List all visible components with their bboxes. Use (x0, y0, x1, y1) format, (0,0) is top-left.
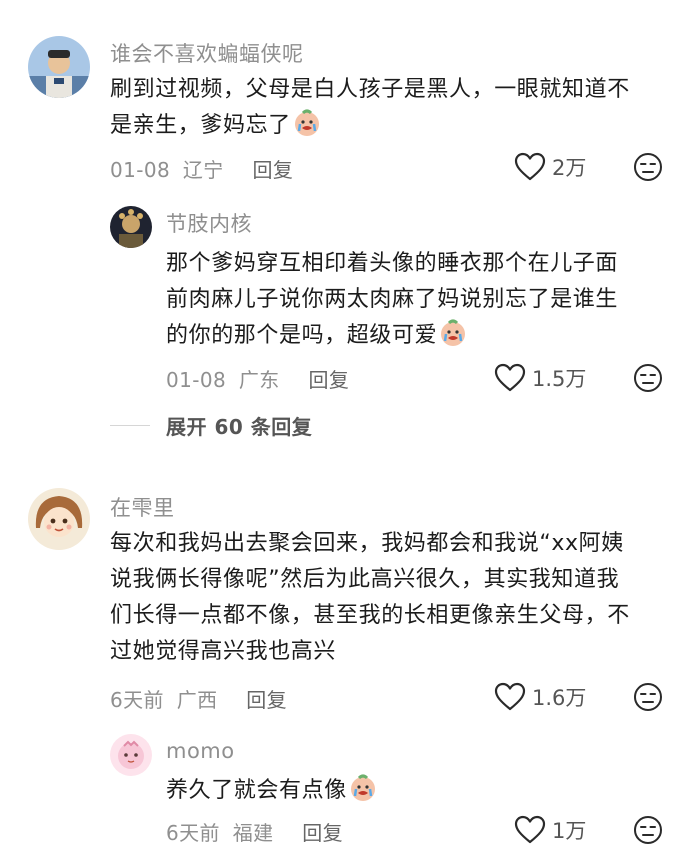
reply-button[interactable]: 回复 (252, 158, 293, 182)
comment-date: 6天前 (110, 688, 164, 712)
unamused-face-icon (634, 153, 662, 181)
comment-text: 刷到过视频，父母是白人孩子是黑人，一眼就知道不 是亲生，爹妈忘了 (110, 72, 670, 144)
like-button[interactable]: 1.5万 (494, 363, 586, 393)
crying-face-emoji (294, 109, 319, 136)
comment-line: 每次和我妈出去聚会回来，我妈都会和我说“xx阿姨 (110, 531, 624, 556)
heart-outline-icon (514, 815, 546, 844)
username[interactable]: momo (166, 739, 235, 763)
unamused-face-icon (634, 816, 662, 844)
comment-line: 过她觉得高兴我也高兴 (110, 639, 337, 664)
reply-line: 那个爹妈穿互相印着头像的睡衣那个在儿子面 (166, 251, 619, 276)
comment-line-text: 是亲生，爹妈忘了 (110, 113, 291, 138)
heart-outline-icon (514, 152, 546, 181)
like-button[interactable]: 1万 (514, 815, 586, 845)
heart-outline-icon (494, 363, 526, 392)
username[interactable]: 节肢内核 (166, 208, 252, 238)
avatar[interactable] (110, 206, 152, 248)
avatar[interactable] (110, 734, 152, 776)
reply-button[interactable]: 回复 (302, 821, 343, 845)
reply-line: 的你的那个是吗，超级可爱 (166, 318, 666, 354)
like-count: 1.6万 (532, 686, 587, 710)
comment-meta: 01-08 辽宁 回复 (110, 154, 293, 183)
reply-button[interactable]: 回复 (308, 368, 349, 392)
reply-date: 01-08 (166, 368, 227, 392)
reply-button[interactable]: 回复 (246, 688, 287, 712)
expand-replies-label: 展开 60 条回复 (166, 415, 313, 439)
heart-outline-icon (494, 682, 526, 711)
avatar[interactable] (28, 36, 90, 98)
reply-region: 广东 (238, 368, 280, 392)
like-count: 1.5万 (532, 367, 587, 391)
like-count: 1万 (552, 819, 587, 843)
dislike-button[interactable] (633, 363, 663, 397)
comment-thread: 在雫里 每次和我妈出去聚会回来，我妈都会和我说“xx阿姨 说我俩长得像呢”然后为… (0, 460, 690, 860)
comment-region: 广西 (176, 688, 218, 712)
comment-line: 是亲生，爹妈忘了 (110, 108, 670, 144)
reply-line: 前肉麻儿子说你两太肉麻了妈说别忘了是谁生 (166, 287, 619, 312)
crying-face-emoji (441, 319, 466, 346)
reply-line-text: 的你的那个是吗，超级可爱 (166, 323, 438, 348)
unamused-face-icon (634, 364, 662, 392)
reply-line: 养久了就会有点像 (166, 773, 666, 809)
reply-line-text: 养久了就会有点像 (166, 778, 347, 803)
comment-date: 01-08 (110, 158, 171, 182)
dislike-button[interactable] (633, 815, 663, 849)
comment-line: 们长得一点都不像，甚至我的长相更像亲生父母，不 (110, 603, 630, 628)
dislike-button[interactable] (633, 152, 663, 186)
comment-text: 每次和我妈出去聚会回来，我妈都会和我说“xx阿姨 说我俩长得像呢”然后为此高兴很… (110, 526, 670, 670)
unamused-face-icon (634, 683, 662, 711)
comment-line: 刷到过视频，父母是白人孩子是黑人，一眼就知道不 (110, 77, 630, 102)
like-button[interactable]: 1.6万 (494, 682, 586, 712)
reply-meta: 6天前 福建 回复 (166, 817, 343, 846)
like-button[interactable]: 2万 (514, 152, 586, 182)
username[interactable]: 谁会不喜欢蝙蝠侠呢 (110, 38, 304, 68)
comment-thread: 谁会不喜欢蝙蝠侠呢 刷到过视频，父母是白人孩子是黑人，一眼就知道不 是亲生，爹妈… (0, 0, 690, 460)
avatar[interactable] (28, 488, 90, 550)
reply-meta: 01-08 广东 回复 (166, 364, 349, 393)
dislike-button[interactable] (633, 682, 663, 716)
divider (110, 425, 150, 426)
username[interactable]: 在雫里 (110, 492, 175, 522)
reply-date: 6天前 (166, 821, 220, 845)
expand-replies-button[interactable]: 展开 60 条回复 (110, 411, 312, 440)
crying-face-emoji (350, 774, 375, 801)
reply-region: 福建 (232, 821, 274, 845)
reply-text: 养久了就会有点像 (166, 773, 666, 809)
reply-text: 那个爹妈穿互相印着头像的睡衣那个在儿子面 前肉麻儿子说你两太肉麻了妈说别忘了是谁… (166, 246, 666, 354)
comment-line: 说我俩长得像呢”然后为此高兴很久，其实我知道我 (110, 567, 620, 592)
comment-meta: 6天前 广西 回复 (110, 684, 287, 713)
comment-region: 辽宁 (182, 158, 224, 182)
like-count: 2万 (552, 156, 587, 180)
